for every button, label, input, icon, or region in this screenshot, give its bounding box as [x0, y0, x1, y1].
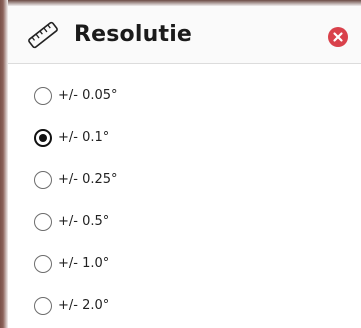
option-label: +/- 0.25°: [58, 172, 118, 187]
panel-left-edge: [0, 0, 8, 328]
radio-button[interactable]: [34, 129, 52, 147]
option-0-25[interactable]: +/- 0.25°: [8, 161, 308, 201]
option-0-1[interactable]: +/- 0.1°: [8, 119, 308, 159]
option-label: +/- 0.5°: [58, 214, 110, 229]
radio-button[interactable]: [34, 297, 52, 315]
dialog-header: Resolutie: [8, 6, 361, 64]
dialog-title: Resolutie: [74, 22, 193, 47]
radio-button[interactable]: [34, 87, 52, 105]
option-2-0[interactable]: +/- 2.0°: [8, 287, 308, 327]
option-0-05[interactable]: +/- 0.05°: [8, 77, 308, 117]
radio-button[interactable]: [34, 171, 52, 189]
close-icon: [333, 32, 343, 42]
option-label: +/- 2.0°: [58, 298, 110, 313]
option-0-5[interactable]: +/- 0.5°: [8, 203, 308, 243]
option-label: +/- 1.0°: [58, 256, 110, 271]
radio-button[interactable]: [34, 255, 52, 273]
option-label: +/- 0.1°: [58, 130, 110, 145]
radio-button[interactable]: [34, 213, 52, 231]
option-1-0[interactable]: +/- 1.0°: [8, 245, 308, 285]
resolution-options: +/- 0.05° +/- 0.1° +/- 0.25° +/- 0.5° +/…: [8, 64, 361, 328]
close-button[interactable]: [328, 27, 348, 47]
option-label: +/- 0.05°: [58, 88, 118, 103]
ruler-icon: [26, 20, 60, 50]
resolution-dialog: Resolutie +/- 0.05° +/- 0.1° +/- 0.25° +…: [0, 0, 361, 328]
